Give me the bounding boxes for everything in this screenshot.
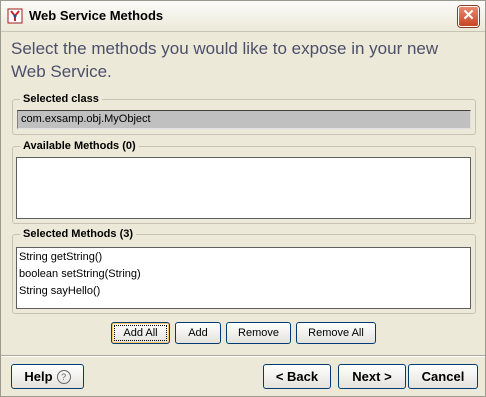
selected-method-item[interactable]: boolean setString(String) (17, 266, 470, 283)
available-methods-list[interactable] (16, 157, 471, 219)
cancel-button[interactable]: Cancel (408, 364, 478, 389)
instruction-text: Select the methods you would like to exp… (11, 39, 439, 81)
add-all-label: Add All (114, 325, 167, 341)
selected-method-item[interactable]: String getString() (17, 249, 470, 266)
selected-methods-list[interactable]: String getString() boolean setString(Str… (16, 247, 471, 309)
close-button[interactable]: ✕ (458, 6, 479, 27)
title-bar[interactable]: Web Service Methods ✕ (1, 1, 485, 32)
window-title: Web Service Methods (29, 8, 164, 23)
selected-class-group: Selected class com.exsamp.obj.MyObject (12, 92, 476, 135)
dialog-window: Web Service Methods ✕ Select the methods… (0, 0, 486, 397)
add-button[interactable]: Add (175, 322, 221, 344)
remove-button[interactable]: Remove (226, 322, 291, 344)
next-button[interactable]: Next > (338, 364, 406, 389)
selected-methods-label: Selected Methods (3) (20, 227, 137, 241)
add-all-button[interactable]: Add All (111, 322, 170, 344)
remove-all-button[interactable]: Remove All (296, 322, 376, 344)
available-methods-label: Available Methods (0) (20, 139, 139, 153)
app-icon (7, 8, 23, 24)
selected-methods-group: Selected Methods (3) String getString() … (12, 227, 476, 314)
selected-class-field: com.exsamp.obj.MyObject (17, 110, 471, 129)
help-icon: ? (56, 370, 71, 384)
help-button[interactable]: Help? (11, 364, 84, 389)
available-methods-group: Available Methods (0) (12, 139, 476, 224)
selected-class-label: Selected class (20, 92, 102, 106)
selected-method-item[interactable]: String sayHello() (17, 283, 470, 300)
back-button[interactable]: < Back (263, 364, 331, 389)
footer-separator (1, 355, 485, 357)
help-label: Help (24, 369, 53, 384)
close-icon: ✕ (462, 7, 475, 24)
